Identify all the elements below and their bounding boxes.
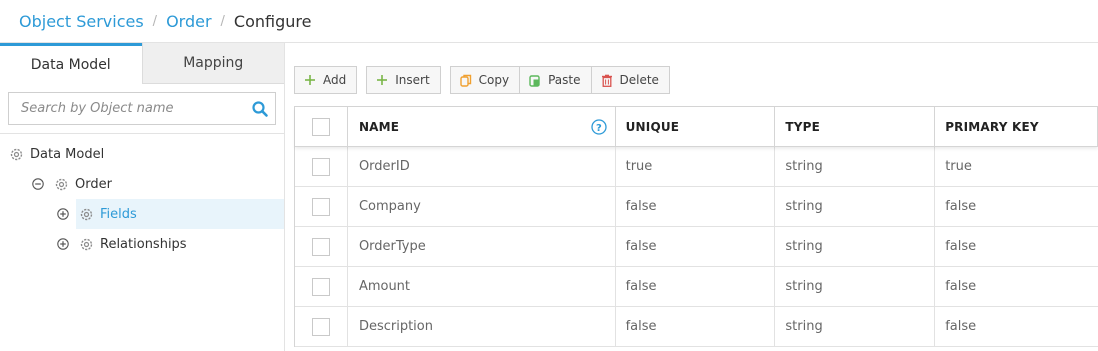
paste-button-label: Paste (548, 73, 581, 87)
breadcrumb-object-services[interactable]: Object Services (19, 12, 144, 31)
tab-data-model[interactable]: Data Model (0, 43, 142, 84)
row-checkbox-cell (295, 307, 348, 346)
insert-button[interactable]: Insert (366, 66, 441, 94)
collapse-icon[interactable] (32, 178, 44, 190)
cell-type[interactable]: string (775, 187, 936, 226)
table-row[interactable]: Company false string false (295, 187, 1098, 227)
insert-button-label: Insert (395, 73, 430, 87)
help-icon[interactable]: ? (590, 119, 607, 135)
cell-name[interactable]: Company (348, 187, 616, 226)
left-panel: Data Model Mapping Data Model (0, 43, 285, 351)
cell-unique[interactable]: false (616, 187, 776, 226)
tree-item-label: Data Model (30, 146, 105, 162)
table-row[interactable]: OrderID true string true (295, 147, 1098, 187)
row-checkbox-cell (295, 147, 348, 186)
row-checkbox[interactable] (311, 317, 330, 336)
tree-item-label: Order (75, 176, 112, 192)
breadcrumb: Object Services / Order / Configure (0, 0, 1098, 43)
tree-item-data-model[interactable]: Data Model (0, 139, 285, 169)
expand-icon[interactable] (57, 208, 69, 220)
breadcrumb-separator: / (152, 13, 158, 29)
cell-unique[interactable]: false (616, 227, 776, 266)
toolbar-group-insert: Insert (366, 66, 441, 94)
breadcrumb-current: Configure (233, 11, 312, 31)
fields-grid: NAME ? UNIQUE TYPE PRIMARY KEY OrderID t… (294, 106, 1098, 347)
breadcrumb-order[interactable]: Order (166, 12, 211, 31)
cell-type[interactable]: string (775, 147, 936, 186)
tree-item-label: Relationships (100, 236, 187, 252)
tab-bar: Data Model Mapping (0, 43, 284, 84)
paste-button[interactable]: Paste (520, 66, 592, 94)
copy-button-label: Copy (478, 73, 510, 87)
copy-button[interactable]: Copy (449, 66, 521, 94)
copy-icon (459, 74, 471, 87)
column-header-name[interactable]: NAME ? (348, 107, 616, 146)
table-row[interactable]: OrderType false string false (295, 227, 1098, 267)
tree-item-fields[interactable]: Fields (0, 199, 285, 229)
right-panel: Add Insert Copy Paste Delete NAME ? UNIQ… (286, 43, 1098, 351)
cell-name[interactable]: OrderID (348, 147, 616, 186)
tree-item-relationships[interactable]: Relationships (0, 229, 285, 259)
toolbar-group-add: Add (294, 66, 358, 94)
gear-icon (80, 208, 93, 221)
expand-icon[interactable] (57, 238, 69, 250)
row-checkbox-cell (295, 187, 348, 226)
tab-mapping[interactable]: Mapping (141, 43, 284, 84)
row-checkbox-cell (295, 267, 348, 306)
cell-type[interactable]: string (775, 227, 936, 266)
breadcrumb-separator: / (220, 13, 225, 29)
row-checkbox[interactable] (311, 277, 330, 296)
cell-name[interactable]: Amount (348, 267, 616, 306)
paste-icon (529, 74, 540, 87)
cell-name[interactable]: Description (348, 307, 616, 346)
cell-type[interactable]: string (775, 307, 936, 346)
delete-button[interactable]: Delete (591, 66, 670, 94)
add-button[interactable]: Add (294, 66, 358, 94)
select-all-checkbox[interactable] (311, 117, 330, 136)
gear-icon (55, 178, 68, 191)
delete-button-label: Delete (619, 73, 659, 87)
plus-icon (305, 75, 315, 85)
cell-primary-key[interactable]: false (935, 307, 1098, 346)
toolbar-group-clipboard: Copy Paste Delete (449, 66, 670, 94)
cell-unique[interactable]: false (616, 267, 776, 306)
column-header-unique[interactable]: UNIQUE (616, 107, 776, 146)
row-checkbox[interactable] (311, 237, 330, 256)
toolbar: Add Insert Copy Paste Delete (294, 66, 679, 94)
row-checkbox[interactable] (311, 157, 330, 176)
column-header-type[interactable]: TYPE (775, 107, 936, 146)
trash-icon (601, 74, 612, 87)
cell-type[interactable]: string (775, 267, 936, 306)
cell-primary-key[interactable]: false (935, 267, 1098, 306)
gear-icon (10, 148, 23, 161)
row-checkbox-cell (295, 227, 348, 266)
cell-primary-key[interactable]: false (935, 187, 1098, 226)
search-box (8, 92, 276, 125)
left-divider (0, 133, 285, 134)
column-header-primary-key[interactable]: PRIMARY KEY (935, 107, 1098, 146)
search-icon[interactable] (251, 100, 269, 118)
cell-unique[interactable]: true (616, 147, 776, 186)
table-row[interactable]: Amount false string false (295, 267, 1098, 307)
header-checkbox-cell (295, 107, 348, 146)
cell-primary-key[interactable]: true (935, 147, 1098, 186)
cell-unique[interactable]: false (616, 307, 776, 346)
object-tree: Data Model Order Fields Relationships (0, 139, 285, 259)
column-header-label: NAME (358, 119, 400, 134)
gear-icon (80, 238, 93, 251)
svg-text:?: ? (596, 123, 602, 134)
grid-header: NAME ? UNIQUE TYPE PRIMARY KEY (295, 107, 1098, 147)
search-input[interactable] (9, 93, 239, 124)
plus-icon (377, 75, 388, 85)
tree-item-order[interactable]: Order (0, 169, 285, 199)
tree-item-label: Fields (100, 206, 137, 222)
cell-primary-key[interactable]: false (935, 227, 1098, 266)
cell-name[interactable]: OrderType (348, 227, 616, 266)
table-row[interactable]: Description false string false (295, 307, 1098, 347)
row-checkbox[interactable] (311, 197, 330, 216)
add-button-label: Add (323, 73, 347, 87)
